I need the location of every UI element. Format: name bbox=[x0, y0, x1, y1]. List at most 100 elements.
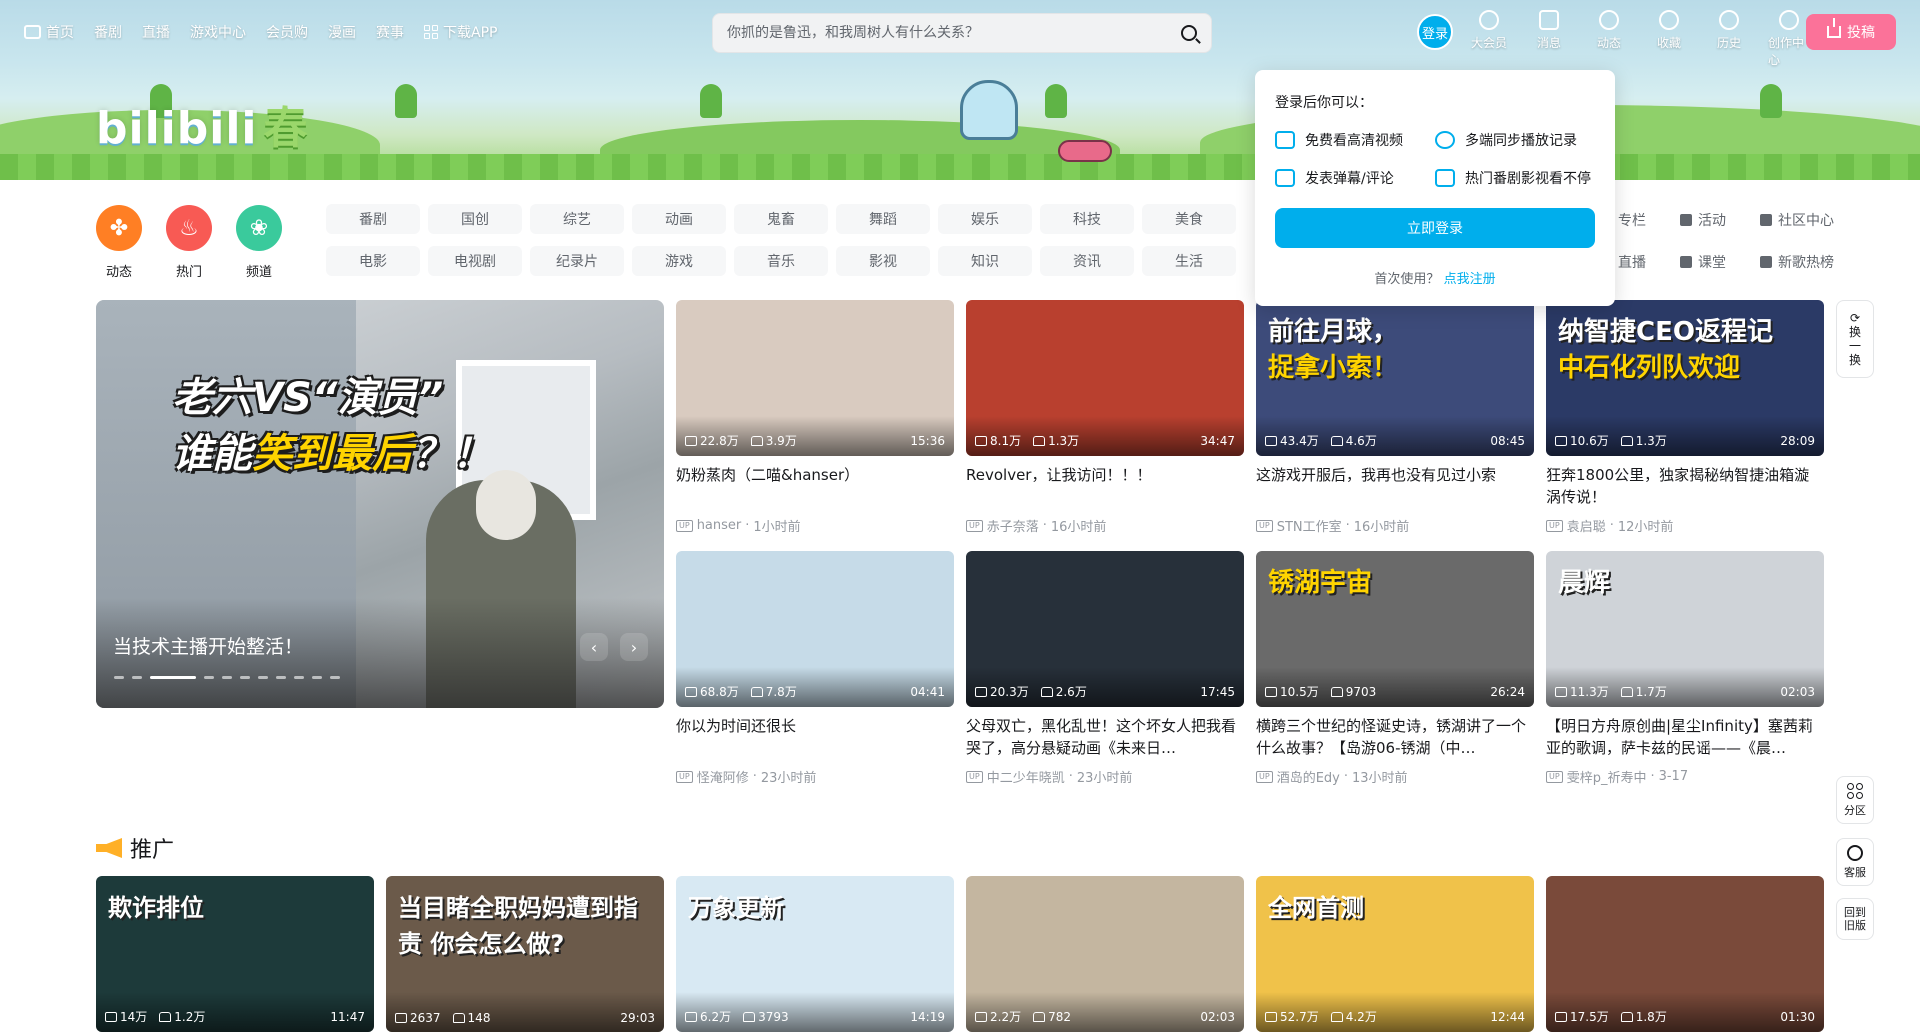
video-title[interactable]: 这游戏开服后，我再也没有见过小索 bbox=[1256, 464, 1534, 508]
login-avatar-button[interactable]: 登录 bbox=[1417, 14, 1453, 50]
category-tag[interactable]: 国创 bbox=[428, 204, 522, 234]
channel-dynamics[interactable]: ✤ 动态 bbox=[96, 205, 142, 280]
category-tag[interactable]: 电视剧 bbox=[428, 246, 522, 276]
carousel-dot[interactable] bbox=[276, 676, 286, 679]
video-card[interactable]: 纳智捷CEO返程记 中石化列队欢迎 10.6万 1.3万 28:09 狂奔1800公里，独… bbox=[1546, 300, 1824, 535]
category-tag[interactable]: 生活 bbox=[1142, 246, 1236, 276]
dynamics-button[interactable]: 动态 bbox=[1588, 10, 1630, 68]
side-link-community[interactable]: 社区中心 bbox=[1760, 210, 1860, 230]
promo-card[interactable]: 当目睹全职妈妈遭到指责 你会怎么做? 2637 148 29:03 bbox=[386, 876, 664, 1032]
video-title[interactable]: Revolver，让我访问！！！ bbox=[966, 464, 1244, 508]
carousel-dot[interactable] bbox=[294, 676, 304, 679]
video-card[interactable]: 22.8万 3.9万 15:36 奶粉蒸肉（二喵&hanser） UP hanser · 1小… bbox=[676, 300, 954, 535]
promo-card[interactable]: 万象更新 6.2万 3793 14:19 bbox=[676, 876, 954, 1032]
category-tag[interactable]: 电影 bbox=[326, 246, 420, 276]
video-thumbnail[interactable]: 2.2万 782 02:03 bbox=[966, 876, 1244, 1032]
channel-hot[interactable]: ♨ 热门 bbox=[166, 205, 212, 280]
category-tag[interactable]: 知识 bbox=[938, 246, 1032, 276]
customer-service-button[interactable]: 客服 bbox=[1836, 838, 1874, 886]
video-meta[interactable]: UP 怪淹阿修 · 23小时前 bbox=[676, 767, 954, 786]
video-thumbnail[interactable]: 20.3万 2.6万 17:45 bbox=[966, 551, 1244, 707]
video-card[interactable]: 8.1万 1.3万 34:47 Revolver，让我访问！！！ UP 赤子奈落 · 16小时… bbox=[966, 300, 1244, 535]
video-thumbnail[interactable]: 晨辉 11.3万 1.7万 02:03 bbox=[1546, 551, 1824, 707]
video-thumbnail[interactable]: 68.8万 7.8万 04:41 bbox=[676, 551, 954, 707]
nav-live[interactable]: 直播 bbox=[142, 22, 170, 42]
carousel-dot[interactable] bbox=[114, 676, 124, 679]
register-link[interactable]: 点我注册 bbox=[1444, 272, 1496, 287]
video-title[interactable]: 【明日方舟原创曲|星尘Infinity】塞茜莉亚的歌调，萨卡兹的民谣——《晨… bbox=[1546, 715, 1824, 759]
video-meta[interactable]: UP 中二少年晓凯 · 23小时前 bbox=[966, 767, 1244, 786]
carousel-next-button[interactable]: › bbox=[620, 633, 648, 661]
old-version-button[interactable]: 回到 旧版 bbox=[1836, 898, 1874, 940]
carousel-dot[interactable] bbox=[240, 676, 250, 679]
side-link-music-chart[interactable]: 新歌热榜 bbox=[1760, 252, 1860, 272]
video-thumbnail[interactable]: 17.5万 1.8万 01:30 bbox=[1546, 876, 1824, 1032]
upload-button[interactable]: 投稿 bbox=[1806, 14, 1896, 50]
carousel-dot[interactable] bbox=[150, 676, 196, 679]
search-icon[interactable] bbox=[1181, 25, 1197, 41]
video-thumbnail[interactable]: 全网首测 52.7万 4.2万 12:44 bbox=[1256, 876, 1534, 1032]
video-thumbnail[interactable]: 纳智捷CEO返程记 中石化列队欢迎 10.6万 1.3万 28:09 bbox=[1546, 300, 1824, 456]
nav-home[interactable]: 首页 bbox=[24, 22, 74, 42]
nav-anime[interactable]: 番剧 bbox=[94, 22, 122, 42]
side-link-activity[interactable]: 活动 bbox=[1680, 210, 1760, 230]
category-tag[interactable]: 资讯 bbox=[1040, 246, 1134, 276]
video-meta[interactable]: UP hanser · 1小时前 bbox=[676, 516, 954, 535]
category-tag[interactable]: 舞蹈 bbox=[836, 204, 930, 234]
vip-button[interactable]: 大会员 bbox=[1468, 10, 1510, 68]
video-thumbnail[interactable]: 万象更新 6.2万 3793 14:19 bbox=[676, 876, 954, 1032]
category-tag[interactable]: 娱乐 bbox=[938, 204, 1032, 234]
category-tag[interactable]: 纪录片 bbox=[530, 246, 624, 276]
carousel-dot[interactable] bbox=[330, 676, 340, 679]
category-tag[interactable]: 音乐 bbox=[734, 246, 828, 276]
promo-card[interactable]: 2.2万 782 02:03 bbox=[966, 876, 1244, 1032]
hero-title[interactable]: 当技术主播开始整活！ bbox=[113, 632, 303, 659]
video-card[interactable]: 68.8万 7.8万 04:41 你以为时间还很长 UP 怪淹阿修 · 23小时前 bbox=[676, 551, 954, 786]
video-card[interactable]: 20.3万 2.6万 17:45 父母双亡，黑化乱世！这个坏女人把我看哭了，高分悬疑动… bbox=[966, 551, 1244, 786]
hero-carousel[interactable]: 老六VS“演员” 谁能笑到最后？！ 当技术主播开始整活！ ‹ › bbox=[96, 300, 664, 708]
category-tag[interactable]: 综艺 bbox=[530, 204, 624, 234]
video-thumbnail[interactable]: 8.1万 1.3万 34:47 bbox=[966, 300, 1244, 456]
video-thumbnail[interactable]: 锈湖宇宙 10.5万 9703 26:24 bbox=[1256, 551, 1534, 707]
video-thumbnail[interactable]: 当目睹全职妈妈遭到指责 你会怎么做? 2637 148 29:03 bbox=[386, 876, 664, 1032]
side-link-classroom[interactable]: 课堂 bbox=[1680, 252, 1760, 272]
video-thumbnail[interactable]: 欺诈排位 14万 1.2万 11:47 bbox=[96, 876, 374, 1032]
category-tag[interactable]: 美食 bbox=[1142, 204, 1236, 234]
video-title[interactable]: 横跨三个世纪的怪诞史诗，锈湖讲了一个什么故事？【岛游06-锈湖（中… bbox=[1256, 715, 1534, 759]
category-tag[interactable]: 游戏 bbox=[632, 246, 726, 276]
video-meta[interactable]: UP STN工作室 · 16小时前 bbox=[1256, 516, 1534, 535]
refresh-button[interactable]: ⟳ 换 一 换 bbox=[1836, 300, 1874, 378]
video-meta[interactable]: UP 酒岛的Edy · 13小时前 bbox=[1256, 767, 1534, 786]
video-card[interactable]: 晨辉 11.3万 1.7万 02:03 【明日方舟原创曲|星尘Infinity】塞茜莉亚… bbox=[1546, 551, 1824, 786]
video-card[interactable]: 锈湖宇宙 10.5万 9703 26:24 横跨三个世纪的怪诞史诗，锈湖讲了一个什么故事… bbox=[1256, 551, 1534, 786]
category-tag[interactable]: 动画 bbox=[632, 204, 726, 234]
video-thumbnail[interactable]: 22.8万 3.9万 15:36 bbox=[676, 300, 954, 456]
creator-center-button[interactable]: 创作中心 bbox=[1768, 10, 1810, 68]
video-meta[interactable]: UP 袁启聪 · 12小时前 bbox=[1546, 516, 1824, 535]
video-title[interactable]: 你以为时间还很长 bbox=[676, 715, 954, 759]
promo-card[interactable]: 欺诈排位 14万 1.2万 11:47 bbox=[96, 876, 374, 1032]
promo-card[interactable]: 全网首测 52.7万 4.2万 12:44 bbox=[1256, 876, 1534, 1032]
category-tag[interactable]: 鬼畜 bbox=[734, 204, 828, 234]
nav-mall[interactable]: 会员购 bbox=[266, 22, 308, 42]
promo-card[interactable]: 17.5万 1.8万 01:30 bbox=[1546, 876, 1824, 1032]
video-meta[interactable]: UP 赤子奈落 · 16小时前 bbox=[966, 516, 1244, 535]
messages-button[interactable]: 消息 bbox=[1528, 10, 1570, 68]
carousel-dot[interactable] bbox=[204, 676, 214, 679]
carousel-dot[interactable] bbox=[258, 676, 268, 679]
nav-esports[interactable]: 赛事 bbox=[376, 22, 404, 42]
nav-download-app[interactable]: 下载APP bbox=[424, 22, 497, 42]
nav-game-center[interactable]: 游戏中心 bbox=[190, 22, 246, 42]
channel-channels[interactable]: ❀ 频道 bbox=[236, 205, 282, 280]
history-button[interactable]: 历史 bbox=[1708, 10, 1750, 68]
video-meta[interactable]: UP 雯梓p_祈寿中 · 3-17 bbox=[1546, 767, 1824, 786]
category-tag[interactable]: 科技 bbox=[1040, 204, 1134, 234]
video-title[interactable]: 父母双亡，黑化乱世！这个坏女人把我看哭了，高分悬疑动画《未来日… bbox=[966, 715, 1244, 759]
video-thumbnail[interactable]: 前往月球， 捉拿小索！ 43.4万 4.6万 08:45 bbox=[1256, 300, 1534, 456]
zone-button[interactable]: 分区 bbox=[1836, 776, 1874, 824]
carousel-prev-button[interactable]: ‹ bbox=[580, 633, 608, 661]
video-title[interactable]: 狂奔1800公里，独家揭秘纳智捷油箱漩涡传说！ bbox=[1546, 464, 1824, 508]
login-now-button[interactable]: 立即登录 bbox=[1275, 208, 1595, 248]
carousel-dot[interactable] bbox=[132, 676, 142, 679]
category-tag[interactable]: 影视 bbox=[836, 246, 930, 276]
